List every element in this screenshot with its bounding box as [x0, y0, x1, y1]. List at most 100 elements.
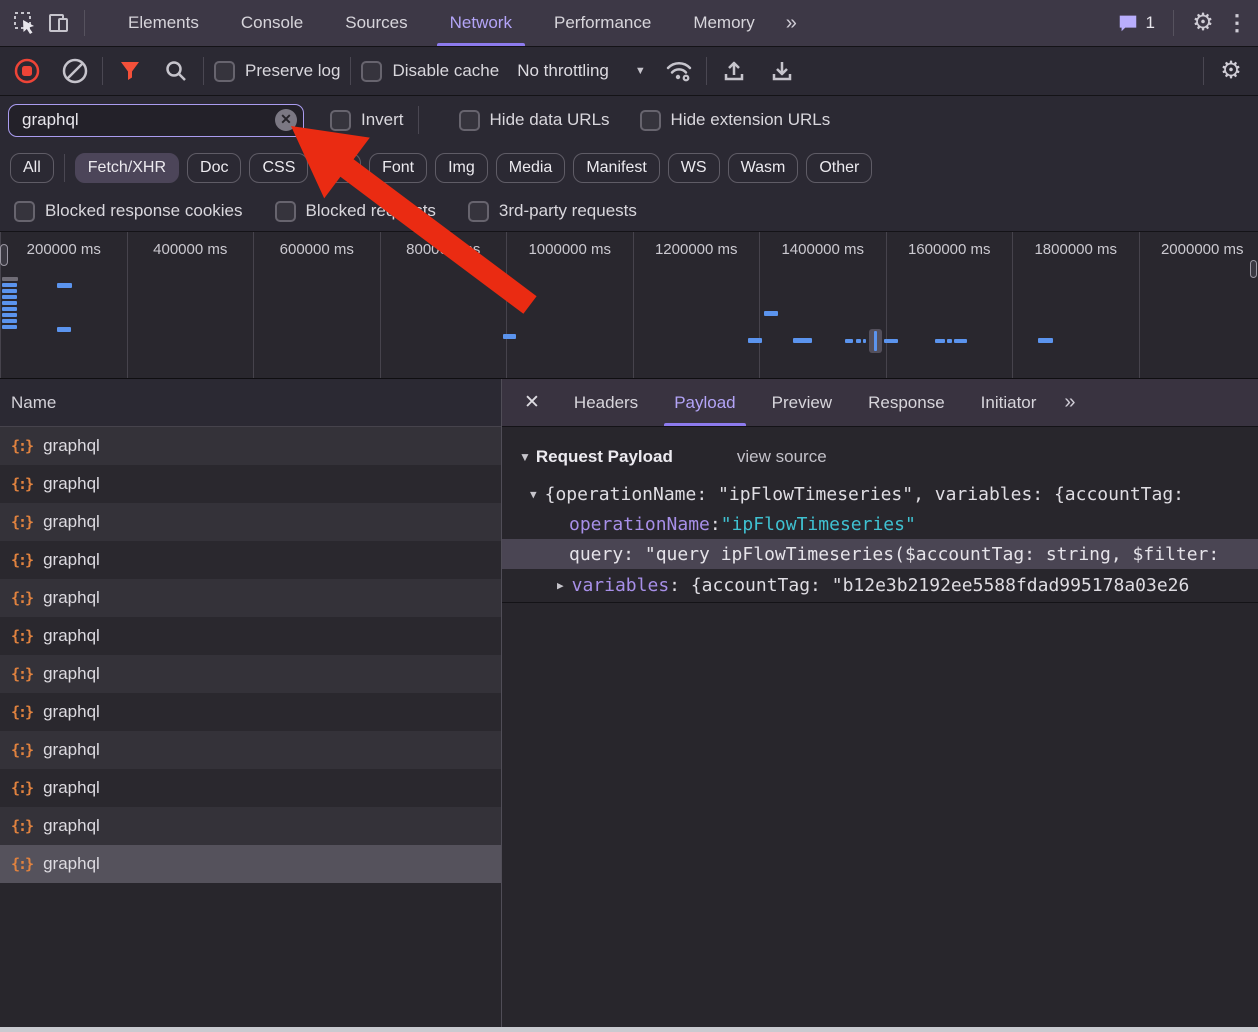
table-row[interactable]: {:}graphql	[0, 845, 501, 883]
disable-cache-checkbox[interactable]	[361, 61, 382, 82]
waterfall-bar	[2, 283, 17, 287]
view-source-link[interactable]: view source	[737, 447, 827, 467]
request-name: graphql	[43, 778, 100, 798]
waterfall-bar	[2, 319, 17, 323]
request-payload-section[interactable]: ▼ Request Payload view source	[502, 441, 1258, 473]
filter-chip-other[interactable]: Other	[806, 153, 872, 183]
waterfall-bar	[1038, 338, 1053, 343]
filter-chip-all[interactable]: All	[10, 153, 54, 183]
timeline-tick-label: 1000000 ms	[528, 241, 611, 258]
details-tab-response[interactable]: Response	[850, 379, 963, 426]
tab-network[interactable]: Network	[429, 0, 533, 46]
filter-chip-manifest[interactable]: Manifest	[573, 153, 659, 183]
hide-data-urls-checkbox[interactable]	[459, 110, 480, 131]
timeline-tick-label: 400000 ms	[153, 241, 227, 258]
table-row[interactable]: {:}graphql	[0, 655, 501, 693]
third-party-requests-checkbox[interactable]	[468, 201, 489, 222]
name-column-header[interactable]: Name	[0, 379, 501, 427]
table-row[interactable]: {:}graphql	[0, 769, 501, 807]
table-row[interactable]: {:}graphql	[0, 617, 501, 655]
payload-query-line-selected[interactable]: query: "query ipFlowTimeseries($accountT…	[502, 539, 1258, 569]
filter-chip-wasm[interactable]: Wasm	[728, 153, 799, 183]
details-tab-payload[interactable]: Payload	[656, 379, 753, 426]
network-toolbar: Preserve log Disable cache No throttling…	[0, 47, 1258, 96]
waterfall-bar	[845, 339, 853, 343]
gear-icon: ⚙	[1220, 59, 1242, 83]
payload-variables-line[interactable]: ▶ variables: {accountTag: "b12e3b2192ee5…	[502, 569, 1258, 603]
preserve-log-checkbox[interactable]	[214, 61, 235, 82]
table-row[interactable]: {:}graphql	[0, 503, 501, 541]
details-tab-headers[interactable]: Headers	[556, 379, 656, 426]
hide-extension-urls-label: Hide extension URLs	[671, 110, 831, 130]
filter-chip-css[interactable]: CSS	[249, 153, 308, 183]
main-menu-button[interactable]: ⋮	[1224, 6, 1250, 40]
details-tab-bar: ✕ HeadersPayloadPreviewResponseInitiator…	[502, 379, 1258, 427]
search-button[interactable]	[159, 54, 193, 88]
waterfall-bar	[2, 325, 17, 329]
inspect-element-button[interactable]	[8, 6, 42, 40]
filter-chip-media[interactable]: Media	[496, 153, 566, 183]
timeline-column: 800000 ms	[381, 232, 508, 378]
table-row[interactable]: {:}graphql	[0, 465, 501, 503]
json-key: operationName	[569, 514, 710, 535]
close-details-button[interactable]: ✕	[502, 391, 556, 414]
issues-button[interactable]	[1114, 6, 1142, 40]
devtools-window: ElementsConsoleSourcesNetworkPerformance…	[0, 0, 1258, 1032]
settings-button[interactable]: ⚙	[1186, 6, 1220, 40]
filter-chip-doc[interactable]: Doc	[187, 153, 241, 183]
more-tabs-button[interactable]: »	[776, 12, 805, 35]
filter-chip-img[interactable]: Img	[435, 153, 488, 183]
network-overview-timeline[interactable]: 200000 ms400000 ms600000 ms800000 ms1000…	[0, 232, 1258, 379]
network-settings-button[interactable]: ⚙	[1214, 54, 1248, 88]
waterfall-bar	[954, 339, 967, 343]
filter-chip-js[interactable]: JS	[316, 153, 361, 183]
tab-sources[interactable]: Sources	[324, 0, 428, 46]
timeline-tick-label: 1400000 ms	[781, 241, 864, 258]
tab-memory[interactable]: Memory	[672, 0, 775, 46]
request-name: graphql	[43, 664, 100, 684]
import-har-button[interactable]	[717, 54, 751, 88]
filter-chip-font[interactable]: Font	[369, 153, 427, 183]
table-row[interactable]: {:}graphql	[0, 579, 501, 617]
tab-elements[interactable]: Elements	[107, 0, 220, 46]
table-row[interactable]: {:}graphql	[0, 807, 501, 845]
timeline-tick-label: 2000000 ms	[1161, 241, 1244, 258]
filter-toggle-button[interactable]	[113, 54, 147, 88]
clear-network-log-button[interactable]	[58, 54, 92, 88]
clear-filter-button[interactable]: ✕	[275, 109, 297, 131]
network-conditions-button[interactable]	[662, 54, 696, 88]
request-name: graphql	[43, 474, 100, 494]
triangle-right-icon: ▶	[557, 579, 564, 592]
table-row[interactable]: {:}graphql	[0, 731, 501, 769]
tab-console[interactable]: Console	[220, 0, 324, 46]
hide-extension-urls-checkbox[interactable]	[640, 110, 661, 131]
payload-view: ▼ Request Payload view source ▼ {operati…	[502, 427, 1258, 603]
payload-operation-name-line[interactable]: operationName: "ipFlowTimeseries"	[502, 509, 1258, 539]
table-row[interactable]: {:}graphql	[0, 541, 501, 579]
tab-performance[interactable]: Performance	[533, 0, 672, 46]
filter-input[interactable]	[8, 104, 304, 137]
waterfall-bar	[2, 289, 17, 293]
table-row[interactable]: {:}graphql	[0, 693, 501, 731]
blocked-requests-checkbox[interactable]	[275, 201, 296, 222]
devtools-tab-bar: ElementsConsoleSourcesNetworkPerformance…	[0, 0, 1258, 47]
top-right-controls: 1 ⚙ ⋮	[1114, 6, 1250, 40]
timeline-tick-label: 1600000 ms	[908, 241, 991, 258]
filter-chip-fetch-xhr[interactable]: Fetch/XHR	[75, 153, 179, 183]
filter-chip-ws[interactable]: WS	[668, 153, 720, 183]
more-details-tabs-button[interactable]: »	[1054, 391, 1083, 414]
table-row[interactable]: {:}graphql	[0, 427, 501, 465]
details-tab-initiator[interactable]: Initiator	[963, 379, 1055, 426]
device-toolbar-button[interactable]	[42, 6, 76, 40]
details-tab-preview[interactable]: Preview	[754, 379, 850, 426]
json-value: : {accountTag: "b12e3b2192ee5588fdad9951…	[669, 575, 1189, 596]
request-name: graphql	[43, 816, 100, 836]
disable-cache-label: Disable cache	[392, 61, 499, 81]
payload-summary-line[interactable]: ▼ {operationName: "ipFlowTimeseries", va…	[502, 479, 1258, 509]
invert-checkbox[interactable]	[330, 110, 351, 131]
record-network-log-button[interactable]	[10, 54, 44, 88]
throttling-select[interactable]: No throttling ▼	[517, 61, 646, 81]
request-details-panel: ✕ HeadersPayloadPreviewResponseInitiator…	[502, 379, 1258, 1027]
export-har-button[interactable]	[765, 54, 799, 88]
blocked-response-cookies-checkbox[interactable]	[14, 201, 35, 222]
